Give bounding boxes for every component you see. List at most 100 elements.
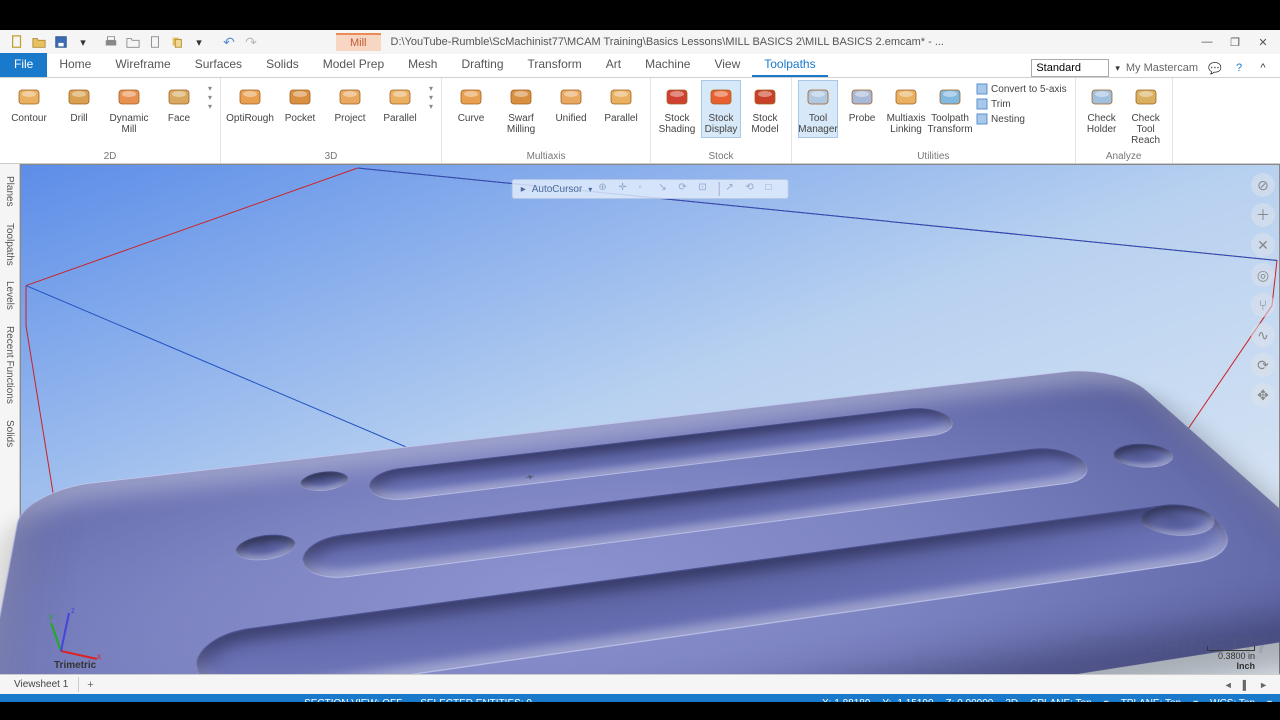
ribbon-unified-button[interactable]: Unified (548, 80, 594, 127)
ribbon-optirough-button[interactable]: OptiRough (227, 80, 273, 127)
doc-icon[interactable] (146, 33, 164, 51)
viewport[interactable]: ▸ AutoCursor ▾ ⊕ ✛ ◦ ↘ ⟳ ⊡ ↗ ⟲ □ ⊘ ＋ ✕ ◎ (20, 164, 1280, 720)
orb-target-icon[interactable]: ◎ (1251, 263, 1275, 287)
copy-icon[interactable] (168, 33, 186, 51)
watermark: SCMACHINIST77 (1079, 633, 1269, 659)
tab-transform[interactable]: Transform (516, 53, 594, 77)
side-tab-recent-functions[interactable]: Recent Functions (4, 320, 15, 410)
tab-mesh[interactable]: Mesh (396, 53, 449, 77)
ribbon-drill-button[interactable]: Drill (56, 80, 102, 127)
autocursor-toolbar[interactable]: ▸ AutoCursor ▾ ⊕ ✛ ◦ ↘ ⟳ ⊡ ↗ ⟲ □ (512, 179, 789, 199)
ft-2[interactable]: ✛ (618, 182, 632, 196)
help-icon[interactable]: ? (1230, 59, 1248, 77)
ribbon-parallel-button[interactable]: Parallel (377, 80, 423, 127)
ft-8[interactable]: ⟲ (745, 182, 759, 196)
chat-icon[interactable]: 💬 (1206, 59, 1224, 77)
ft-3[interactable]: ◦ (638, 182, 652, 196)
ribbon-contour-button[interactable]: Contour (6, 80, 52, 127)
svg-text:x: x (97, 652, 101, 661)
ribbon-2d-expand[interactable]: ▾▾▾ (206, 80, 214, 115)
orb-rot-icon[interactable]: ⟳ (1251, 353, 1275, 377)
ribbon-multiaxis-linking-button[interactable]: Multiaxis Linking (886, 80, 926, 138)
tab-toolpaths[interactable]: Toolpaths (752, 53, 827, 77)
ft-5[interactable]: ⟳ (678, 182, 692, 196)
ft-4[interactable]: ↘ (658, 182, 672, 196)
new-icon[interactable] (8, 33, 26, 51)
ribbon-face-button[interactable]: Face (156, 80, 202, 127)
dd-icon[interactable]: ▾ (74, 33, 92, 51)
dd2-icon[interactable]: ▾ (190, 33, 208, 51)
side-tab-levels[interactable]: Levels (4, 275, 15, 316)
ribbon-3d-expand[interactable]: ▾▾▾ (427, 80, 435, 115)
ribbon-convert-to-5-axis-button[interactable]: Convert to 5-axis (974, 82, 1069, 96)
tab-machine[interactable]: Machine (633, 53, 702, 77)
orb-branch-icon[interactable]: ⑂ (1251, 293, 1275, 317)
side-tab-planes[interactable]: Planes (4, 170, 15, 213)
save-icon[interactable] (52, 33, 70, 51)
close-icon[interactable]: ✕ (1252, 32, 1274, 52)
parallel-icon (607, 83, 635, 111)
toolpath-transform-icon (936, 83, 964, 111)
ribbon-stock-model-button[interactable]: Stock Model (745, 80, 785, 138)
ribbon-group-2d: 2D (6, 150, 214, 163)
ft-7[interactable]: ↗ (725, 182, 739, 196)
tab-solids[interactable]: Solids (254, 53, 311, 77)
ribbon-probe-button[interactable]: Probe (842, 80, 882, 127)
ribbon-pocket-button[interactable]: Pocket (277, 80, 323, 127)
scroll-v-icon[interactable]: ▌ (1239, 680, 1253, 690)
tab-surfaces[interactable]: Surfaces (183, 53, 254, 77)
ribbon-curve-button[interactable]: Curve (448, 80, 494, 127)
tab-view[interactable]: View (702, 53, 752, 77)
print-icon[interactable] (102, 33, 120, 51)
ribbon-dynamic-mill-button[interactable]: Dynamic Mill (106, 80, 152, 138)
ribbon-swarf-milling-button[interactable]: Swarf Milling (498, 80, 544, 138)
dynamic-mill-icon (115, 83, 143, 111)
redo-icon[interactable]: ↷ (242, 33, 260, 51)
orb-hand-icon[interactable]: ✥ (1251, 383, 1275, 407)
restore-icon[interactable]: ❐ (1224, 32, 1246, 52)
probe-icon (848, 83, 876, 111)
scroll-right-icon[interactable]: ► (1255, 680, 1272, 690)
ribbon-nesting-button[interactable]: Nesting (974, 112, 1069, 126)
open-icon[interactable] (30, 33, 48, 51)
ribbon-stock-display-button[interactable]: Stock Display (701, 80, 741, 138)
ribbon-tool-manager-button[interactable]: Tool Manager (798, 80, 838, 138)
ribbon-check-tool-reach-button[interactable]: Check Tool Reach (1126, 80, 1166, 149)
orb-curve-icon[interactable]: ∿ (1251, 323, 1275, 347)
autocursor-label: AutoCursor (532, 184, 583, 195)
ribbon-group-analyze: Analyze (1082, 150, 1166, 163)
tab-home[interactable]: Home (47, 53, 103, 77)
pocket-icon (286, 83, 314, 111)
orb-x-icon[interactable]: ✕ (1251, 233, 1275, 257)
mymastercam-link[interactable]: My Mastercam (1126, 62, 1198, 74)
context-tab-mill[interactable]: Mill (336, 33, 381, 51)
ribbon-trim-button[interactable]: Trim (974, 97, 1069, 111)
tab-model-prep[interactable]: Model Prep (311, 53, 396, 77)
ribbon-toolpath-transform-button[interactable]: Toolpath Transform (930, 80, 970, 138)
tab-art[interactable]: Art (594, 53, 633, 77)
tab-drafting[interactable]: Drafting (449, 53, 515, 77)
ribbon-stock-shading-button[interactable]: Stock Shading (657, 80, 697, 138)
collapse-ribbon-icon[interactable]: ^ (1254, 59, 1272, 77)
tab-wireframe[interactable]: Wireframe (103, 53, 182, 77)
side-tab-toolpaths[interactable]: Toolpaths (4, 217, 15, 272)
ft-6[interactable]: ⊡ (698, 182, 712, 196)
add-viewsheet-button[interactable]: + (79, 677, 101, 693)
ft-1[interactable]: ⊕ (598, 182, 612, 196)
scroll-left-icon[interactable]: ◄ (1220, 680, 1237, 690)
orb-add-icon[interactable]: ＋ (1251, 203, 1275, 227)
side-tab-solids[interactable]: Solids (4, 414, 15, 453)
undo-icon[interactable]: ↶ (220, 33, 238, 51)
minimize-icon[interactable]: — (1196, 32, 1218, 52)
open2-icon[interactable] (124, 33, 142, 51)
ribbon-parallel-button[interactable]: Parallel (598, 80, 644, 127)
axis-gizmo: x y z (49, 607, 105, 663)
unified-icon (557, 83, 585, 111)
viewsheet-1-tab[interactable]: Viewsheet 1 (4, 677, 79, 692)
ft-9[interactable]: □ (765, 182, 779, 196)
view-layout-dropdown[interactable] (1031, 59, 1109, 77)
orb-close-icon[interactable]: ⊘ (1251, 173, 1275, 197)
ribbon-check-holder-button[interactable]: Check Holder (1082, 80, 1122, 138)
file-button[interactable]: File (0, 53, 47, 77)
ribbon-project-button[interactable]: Project (327, 80, 373, 127)
